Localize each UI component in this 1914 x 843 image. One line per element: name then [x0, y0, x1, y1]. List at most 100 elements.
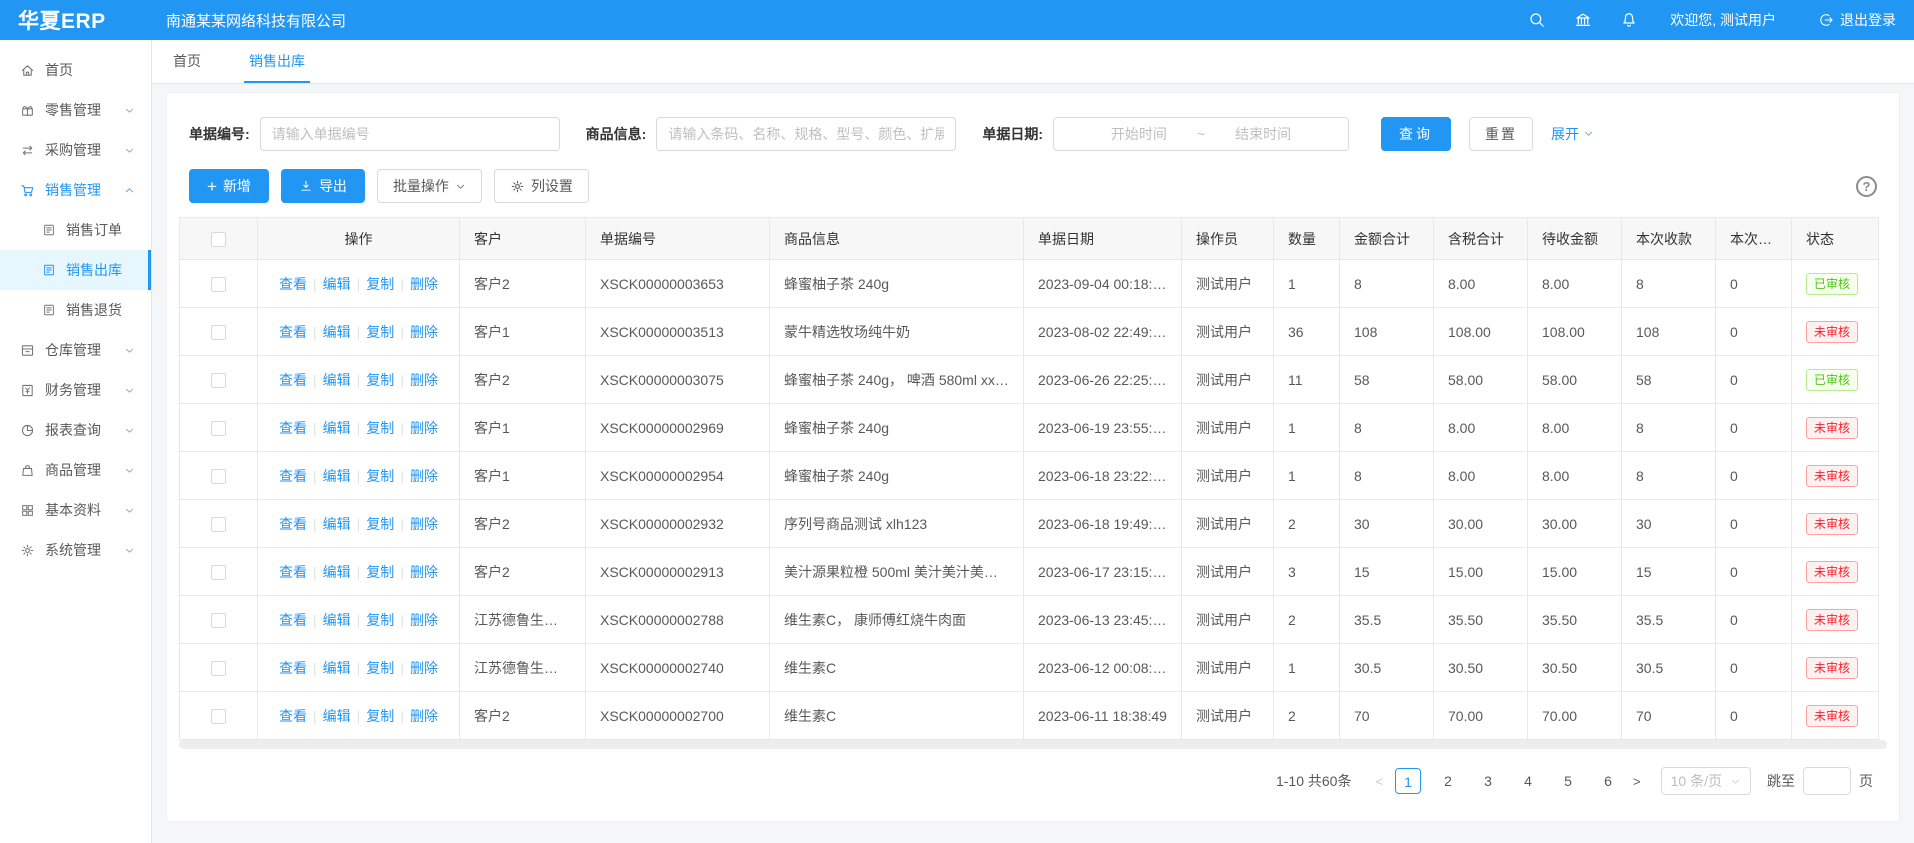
view-link[interactable]: 查看 [279, 708, 307, 724]
edit-link[interactable]: 编辑 [323, 372, 351, 388]
delete-link[interactable]: 删除 [410, 516, 438, 532]
delete-link[interactable]: 删除 [410, 468, 438, 484]
logout-button[interactable]: 退出登录 [1818, 10, 1896, 30]
copy-link[interactable]: 复制 [366, 276, 394, 292]
cell-qty: 1 [1274, 644, 1340, 692]
expand-link[interactable]: 展开 [1551, 124, 1594, 144]
bell-icon[interactable] [1620, 11, 1638, 29]
sidebar-item-sales[interactable]: 销售管理 [0, 170, 151, 210]
sidebar-item-basic-data[interactable]: 基本资料 [0, 490, 151, 530]
edit-link[interactable]: 编辑 [323, 468, 351, 484]
view-link[interactable]: 查看 [279, 468, 307, 484]
delete-link[interactable]: 删除 [410, 420, 438, 436]
tab-sales-outbound[interactable]: 销售出库 [244, 40, 310, 83]
edit-link[interactable]: 编辑 [323, 420, 351, 436]
edit-link[interactable]: 编辑 [323, 564, 351, 580]
view-link[interactable]: 查看 [279, 660, 307, 676]
sidebar-item-label: 销售订单 [66, 220, 122, 240]
page-button-4[interactable]: 4 [1515, 768, 1541, 794]
edit-link[interactable]: 编辑 [323, 276, 351, 292]
bill-no-label: 单据编号: [189, 124, 250, 144]
copy-link[interactable]: 复制 [366, 708, 394, 724]
view-link[interactable]: 查看 [279, 324, 307, 340]
row-checkbox[interactable] [211, 709, 226, 724]
sidebar-item-warehouse[interactable]: 仓库管理 [0, 330, 151, 370]
view-link[interactable]: 查看 [279, 420, 307, 436]
page-button-6[interactable]: 6 [1595, 768, 1621, 794]
view-link[interactable]: 查看 [279, 564, 307, 580]
row-checkbox[interactable] [211, 661, 226, 676]
delete-link[interactable]: 删除 [410, 708, 438, 724]
help-icon[interactable]: ? [1856, 176, 1877, 197]
copy-link[interactable]: 复制 [366, 516, 394, 532]
delete-link[interactable]: 删除 [410, 324, 438, 340]
search-icon[interactable] [1528, 11, 1546, 29]
page-button-2[interactable]: 2 [1435, 768, 1461, 794]
delete-link[interactable]: 删除 [410, 276, 438, 292]
batch-actions-button[interactable]: 批量操作 [377, 169, 482, 203]
view-link[interactable]: 查看 [279, 372, 307, 388]
copy-link[interactable]: 复制 [366, 372, 394, 388]
sidebar-item-purchase[interactable]: 采购管理 [0, 130, 151, 170]
row-checkbox[interactable] [211, 469, 226, 484]
date-range-picker[interactable]: 开始时间 ~ 结束时间 [1053, 117, 1349, 151]
delete-link[interactable]: 删除 [410, 564, 438, 580]
sidebar-item-retail[interactable]: 零售管理 [0, 90, 151, 130]
edit-link[interactable]: 编辑 [323, 324, 351, 340]
sidebar-item-finance[interactable]: 财务管理 [0, 370, 151, 410]
copy-link[interactable]: 复制 [366, 564, 394, 580]
sidebar-item-goods[interactable]: 商品管理 [0, 450, 151, 490]
view-link[interactable]: 查看 [279, 612, 307, 628]
cell-received: 8 [1622, 404, 1716, 452]
column-settings-button[interactable]: 列设置 [494, 169, 589, 203]
sidebar-item-home[interactable]: 首页 [0, 50, 151, 90]
row-checkbox[interactable] [211, 613, 226, 628]
sidebar: 首页 零售管理 采购管理 销售管理 销售订单 销售出库 销售退货 仓库管理 财务… [0, 40, 152, 843]
tab-home[interactable]: 首页 [168, 40, 206, 83]
sidebar-item-sales-order[interactable]: 销售订单 [0, 210, 151, 250]
row-checkbox[interactable] [211, 517, 226, 532]
sidebar-item-report[interactable]: 报表查询 [0, 410, 151, 450]
edit-link[interactable]: 编辑 [323, 708, 351, 724]
row-checkbox[interactable] [211, 373, 226, 388]
copy-link[interactable]: 复制 [366, 660, 394, 676]
delete-link[interactable]: 删除 [410, 612, 438, 628]
delete-link[interactable]: 删除 [410, 660, 438, 676]
search-button[interactable]: 查询 [1381, 117, 1451, 151]
row-checkbox[interactable] [211, 325, 226, 340]
row-checkbox[interactable] [211, 421, 226, 436]
product-label: 商品信息: [586, 124, 647, 144]
sidebar-item-system[interactable]: 系统管理 [0, 530, 151, 570]
select-all-checkbox[interactable] [211, 232, 226, 247]
platform-icon[interactable] [1574, 11, 1592, 29]
page-button-5[interactable]: 5 [1555, 768, 1581, 794]
finance-icon [20, 383, 35, 398]
page-button-3[interactable]: 3 [1475, 768, 1501, 794]
row-checkbox[interactable] [211, 277, 226, 292]
copy-link[interactable]: 复制 [366, 612, 394, 628]
bill-no-input[interactable] [260, 117, 560, 151]
copy-link[interactable]: 复制 [366, 420, 394, 436]
edit-link[interactable]: 编辑 [323, 612, 351, 628]
separator: | [400, 276, 404, 292]
horizontal-scrollbar[interactable] [179, 740, 1887, 749]
delete-link[interactable]: 删除 [410, 372, 438, 388]
jump-page-input[interactable] [1803, 767, 1851, 795]
view-link[interactable]: 查看 [279, 276, 307, 292]
reset-button[interactable]: 重置 [1469, 117, 1533, 151]
next-page-button[interactable]: > [1633, 774, 1641, 789]
sidebar-item-sales-outbound[interactable]: 销售出库 [0, 250, 151, 290]
edit-link[interactable]: 编辑 [323, 516, 351, 532]
view-link[interactable]: 查看 [279, 516, 307, 532]
export-button[interactable]: 导出 [281, 169, 365, 203]
add-button[interactable]: + 新增 [189, 169, 269, 203]
edit-link[interactable]: 编辑 [323, 660, 351, 676]
sidebar-item-sales-return[interactable]: 销售退货 [0, 290, 151, 330]
page-button-1[interactable]: 1 [1395, 768, 1421, 794]
row-checkbox[interactable] [211, 565, 226, 580]
prev-page-button[interactable]: < [1375, 774, 1383, 789]
copy-link[interactable]: 复制 [366, 468, 394, 484]
page-size-select[interactable]: 10 条/页 [1661, 767, 1751, 795]
copy-link[interactable]: 复制 [366, 324, 394, 340]
product-info-input[interactable] [656, 117, 956, 151]
